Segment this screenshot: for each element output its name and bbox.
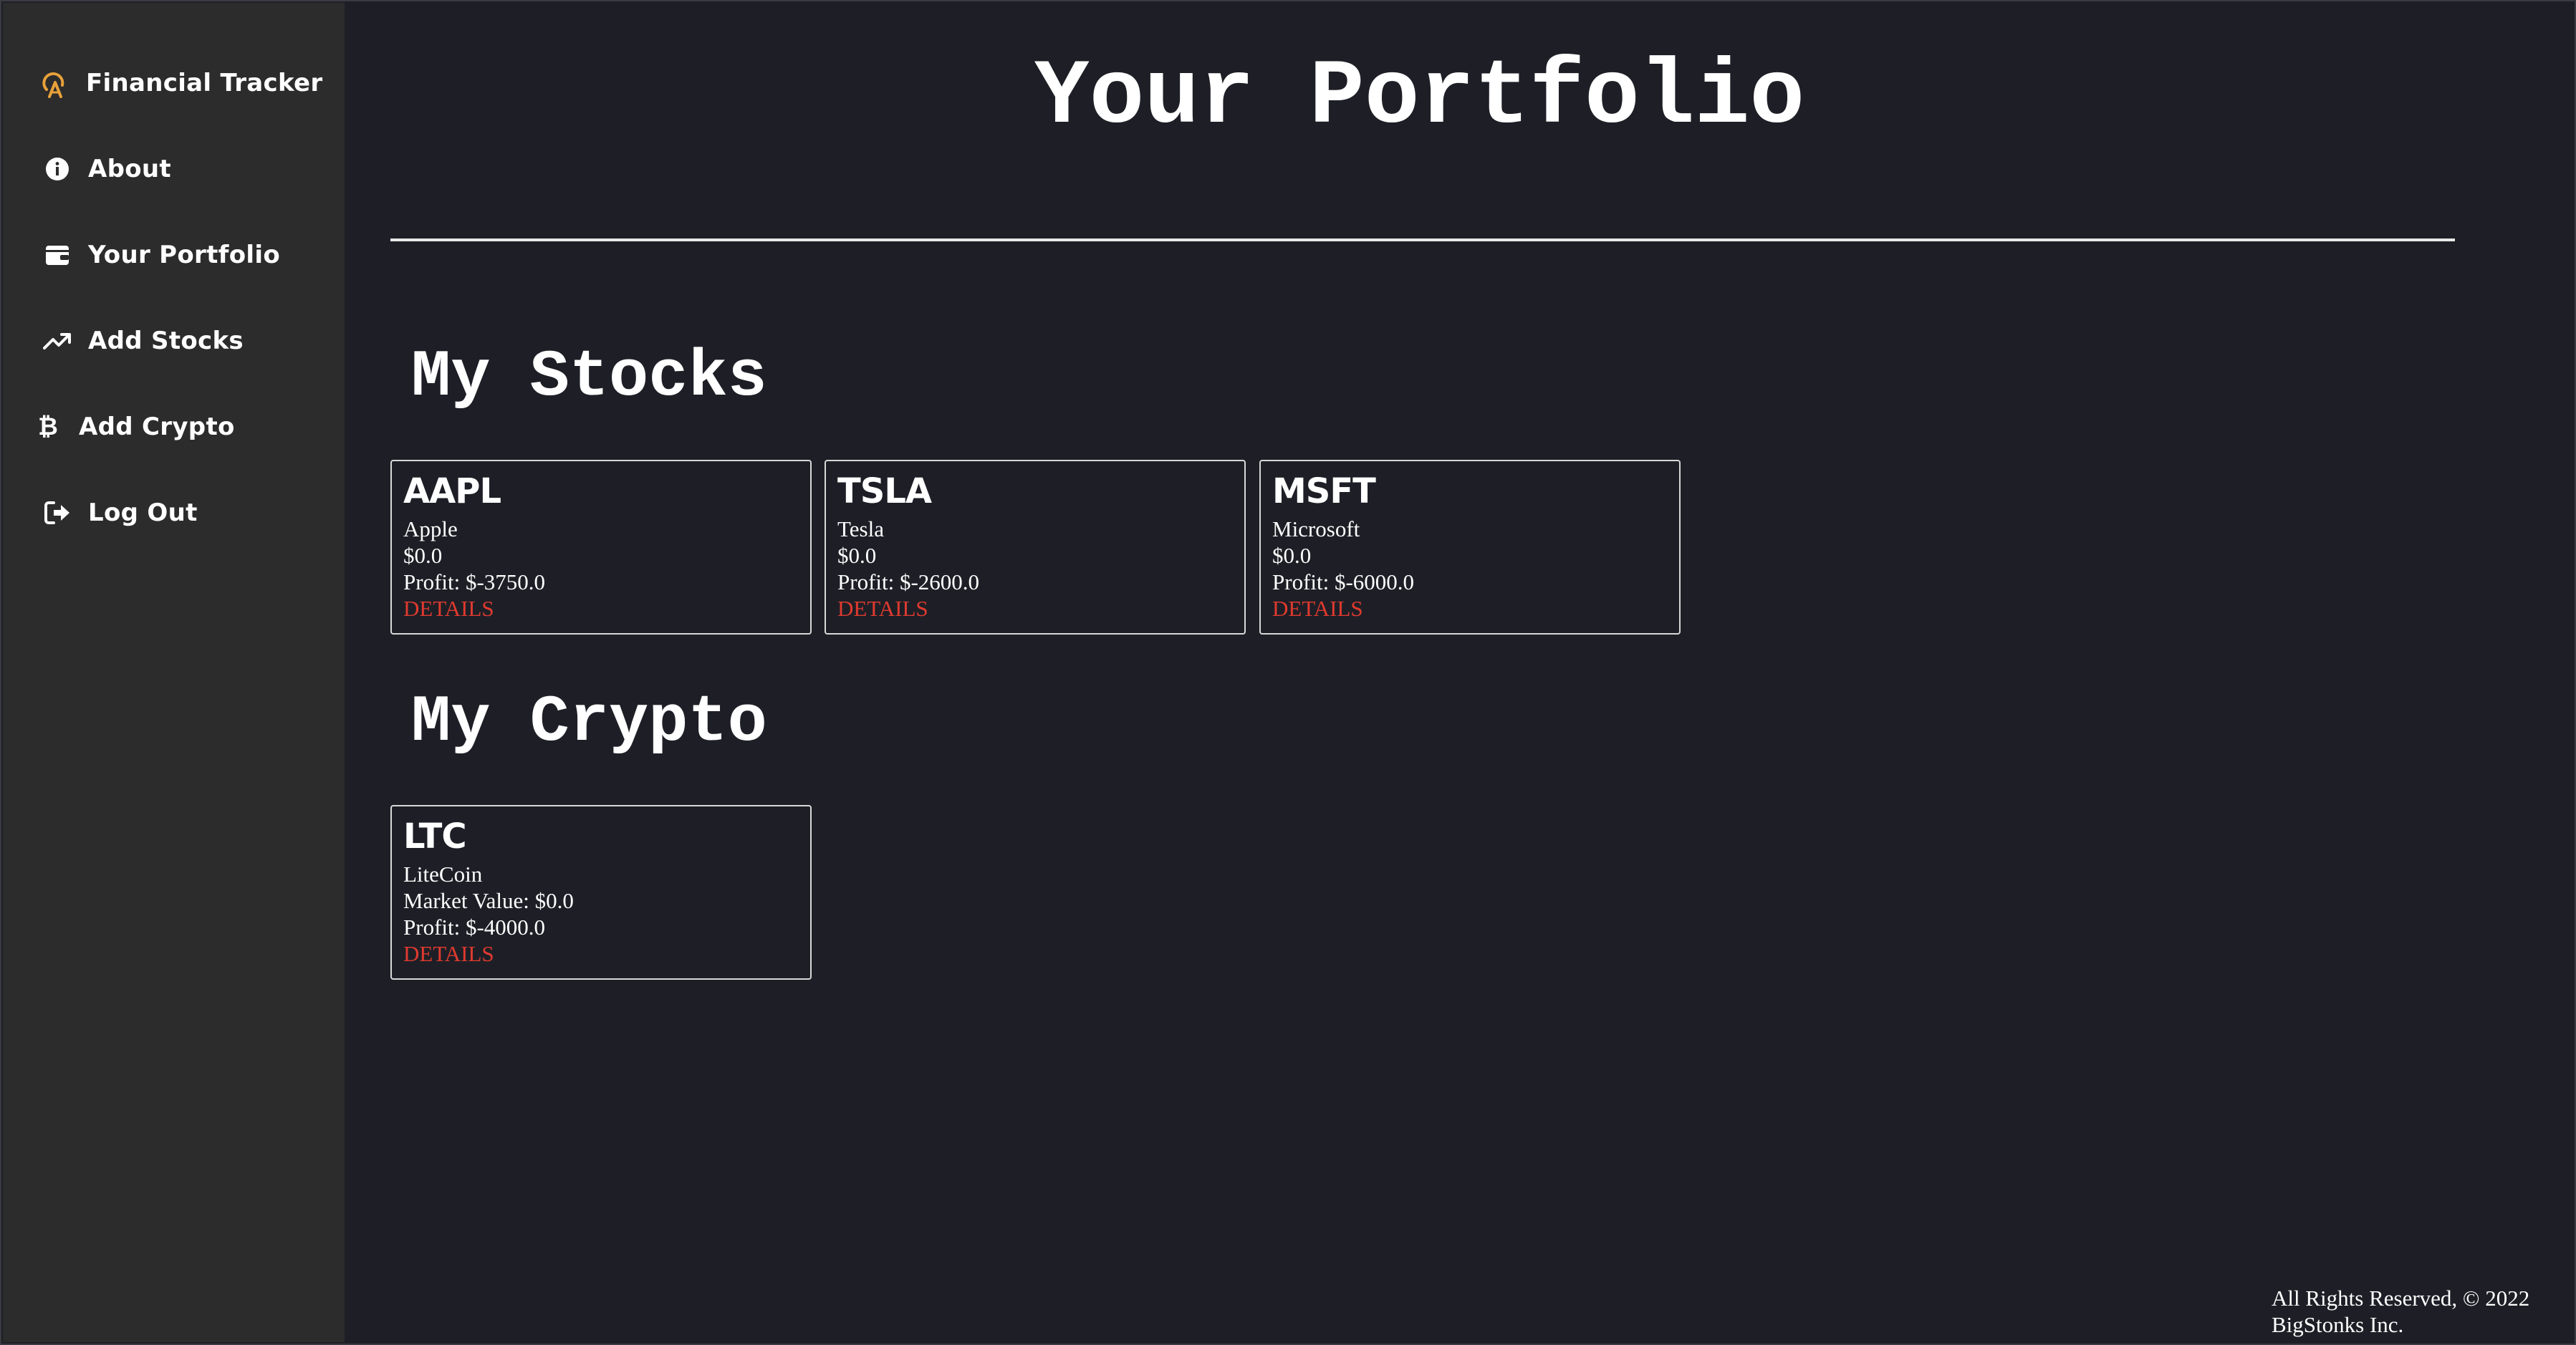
stock-ticker: MSFT bbox=[1272, 471, 1376, 511]
stock-card-msft: MSFT Microsoft $0.0 Profit: $-6000.0 DET… bbox=[1259, 460, 1681, 635]
stock-value: $0.0 bbox=[1272, 543, 1312, 568]
stock-card-aapl: AAPL Apple $0.0 Profit: $-3750.0 DETAILS bbox=[390, 460, 812, 635]
sidebar-item-about[interactable]: About bbox=[42, 148, 171, 191]
sidebar-item-label: About bbox=[88, 155, 171, 183]
stock-name: Apple bbox=[403, 516, 458, 541]
sidebar-item-log-out[interactable]: Log Out bbox=[42, 491, 198, 534]
page-title: Your Portfolio bbox=[1034, 46, 1805, 150]
sidebar-item-financial-tracker[interactable]: Financial Tracker bbox=[40, 62, 322, 105]
stock-card-tsla: TSLA Tesla $0.0 Profit: $-2600.0 DETAILS bbox=[825, 460, 1246, 635]
crypto-card-ltc: LTC LiteCoin Market Value: $0.0 Profit: … bbox=[390, 805, 812, 980]
footer-company: BigStonks Inc. bbox=[2272, 1312, 2404, 1337]
footer-copyright: All Rights Reserved, © 2022 bbox=[2272, 1286, 2530, 1311]
crypto-market-value: Market Value: $0.0 bbox=[403, 888, 574, 913]
stock-ticker: AAPL bbox=[403, 471, 501, 511]
sidebar-item-your-portfolio[interactable]: Your Portfolio bbox=[42, 233, 280, 276]
sidebar: Financial Tracker About Your Portfolio A… bbox=[3, 3, 345, 1342]
stock-profit: Profit: $-6000.0 bbox=[1272, 569, 1415, 594]
stock-value: $0.0 bbox=[837, 543, 877, 568]
stock-ticker: TSLA bbox=[837, 471, 932, 511]
sidebar-item-label: Financial Tracker bbox=[86, 69, 323, 97]
crypto-ticker: LTC bbox=[403, 816, 467, 857]
sidebar-item-label: Add Crypto bbox=[79, 413, 235, 441]
details-link[interactable]: DETAILS bbox=[837, 595, 928, 622]
sidebar-item-label: Log Out bbox=[88, 498, 198, 527]
footer: All Rights Reserved, © 2022 BigStonks In… bbox=[2272, 1285, 2529, 1338]
sidebar-item-label: Add Stocks bbox=[88, 327, 244, 355]
crypto-section-title: My Crypto bbox=[411, 685, 767, 760]
crypto-profit: Profit: $-4000.0 bbox=[403, 915, 546, 940]
stock-name: Tesla bbox=[837, 516, 884, 541]
bitcoin-icon: ₿ bbox=[38, 413, 58, 441]
info-icon bbox=[42, 154, 72, 184]
details-link[interactable]: DETAILS bbox=[403, 940, 494, 967]
trending-up-icon bbox=[42, 326, 72, 356]
app-window: Financial Tracker About Your Portfolio A… bbox=[0, 0, 2576, 1345]
stock-name: Microsoft bbox=[1272, 516, 1360, 541]
wallet-icon bbox=[42, 240, 72, 270]
stock-profit: Profit: $-3750.0 bbox=[403, 569, 546, 594]
log-out-icon bbox=[42, 498, 72, 528]
sidebar-item-add-crypto[interactable]: ₿ Add Crypto bbox=[33, 405, 235, 448]
details-link[interactable]: DETAILS bbox=[403, 595, 494, 622]
stock-value: $0.0 bbox=[403, 543, 443, 568]
logo-icon bbox=[40, 68, 70, 98]
details-link[interactable]: DETAILS bbox=[1272, 595, 1363, 622]
crypto-name: LiteCoin bbox=[403, 862, 483, 887]
sidebar-item-label: Your Portfolio bbox=[88, 241, 280, 269]
stock-profit: Profit: $-2600.0 bbox=[837, 569, 980, 594]
stocks-section-title: My Stocks bbox=[411, 339, 767, 415]
title-divider bbox=[390, 238, 2455, 241]
sidebar-item-add-stocks[interactable]: Add Stocks bbox=[42, 319, 244, 362]
